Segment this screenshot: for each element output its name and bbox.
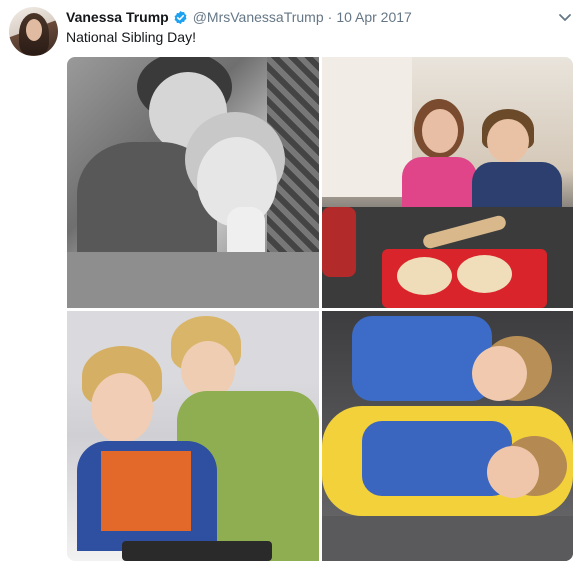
tablet — [122, 541, 272, 561]
tweet-text: National Sibling Day! — [66, 29, 196, 45]
top-boy-body — [352, 316, 492, 401]
left-boy-face — [91, 373, 153, 443]
user-handle[interactable]: @MrsVanessaTrump — [193, 9, 324, 25]
avatar[interactable] — [9, 7, 58, 56]
kitchen-cabinet — [322, 57, 412, 197]
sibling-photo-black-white[interactable] — [67, 57, 319, 308]
girl-face — [422, 109, 458, 153]
sibling-photo-kitchen-baking[interactable] — [322, 57, 573, 308]
bottom-boy-face — [487, 446, 539, 498]
red-pot — [322, 207, 356, 277]
top-boy-face — [472, 346, 527, 401]
tweet-date[interactable]: 10 Apr 2017 — [336, 9, 412, 25]
tweet-card: Vanessa Trump @MrsVanessaTrump · 10 Apr … — [0, 0, 586, 564]
dough-ball — [457, 255, 512, 293]
dough-ball — [397, 257, 452, 295]
media-grid — [67, 57, 573, 561]
tweet-header: Vanessa Trump @MrsVanessaTrump · 10 Apr … — [66, 8, 412, 26]
blanket — [67, 252, 319, 308]
avatar-face — [26, 19, 42, 41]
verified-badge-icon — [173, 10, 188, 25]
display-name[interactable]: Vanessa Trump — [66, 9, 169, 25]
sibling-photo-bed-tablet[interactable] — [67, 311, 319, 561]
chevron-down-icon[interactable] — [556, 8, 574, 26]
left-boy-shirt-stripe — [101, 451, 191, 531]
sibling-photo-yellow-chair[interactable] — [322, 311, 573, 561]
floor — [322, 516, 573, 561]
separator-dot: · — [327, 9, 333, 25]
girl-apron — [402, 157, 477, 212]
boy-face — [487, 119, 529, 163]
